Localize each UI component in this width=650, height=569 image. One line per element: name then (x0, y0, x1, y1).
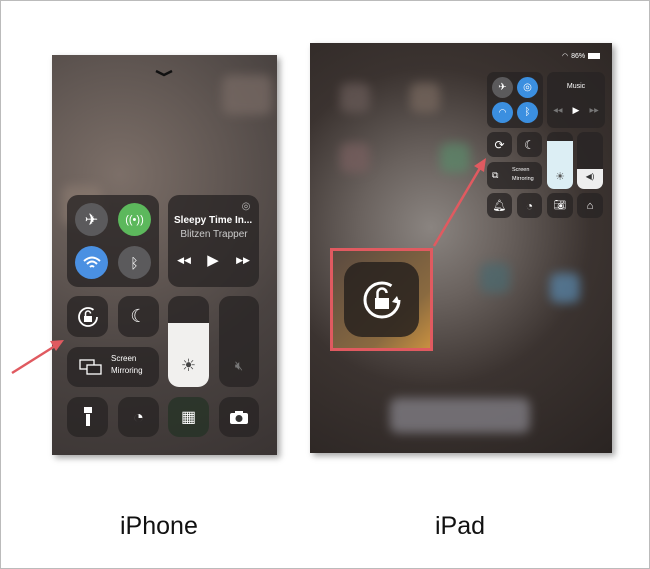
pointer-arrows (11, 158, 486, 375)
ipad-arrow (432, 158, 486, 247)
ipad-caption: iPad (435, 512, 486, 540)
iphone-arrow (11, 340, 64, 375)
iphone-caption: iPhone (120, 512, 198, 540)
